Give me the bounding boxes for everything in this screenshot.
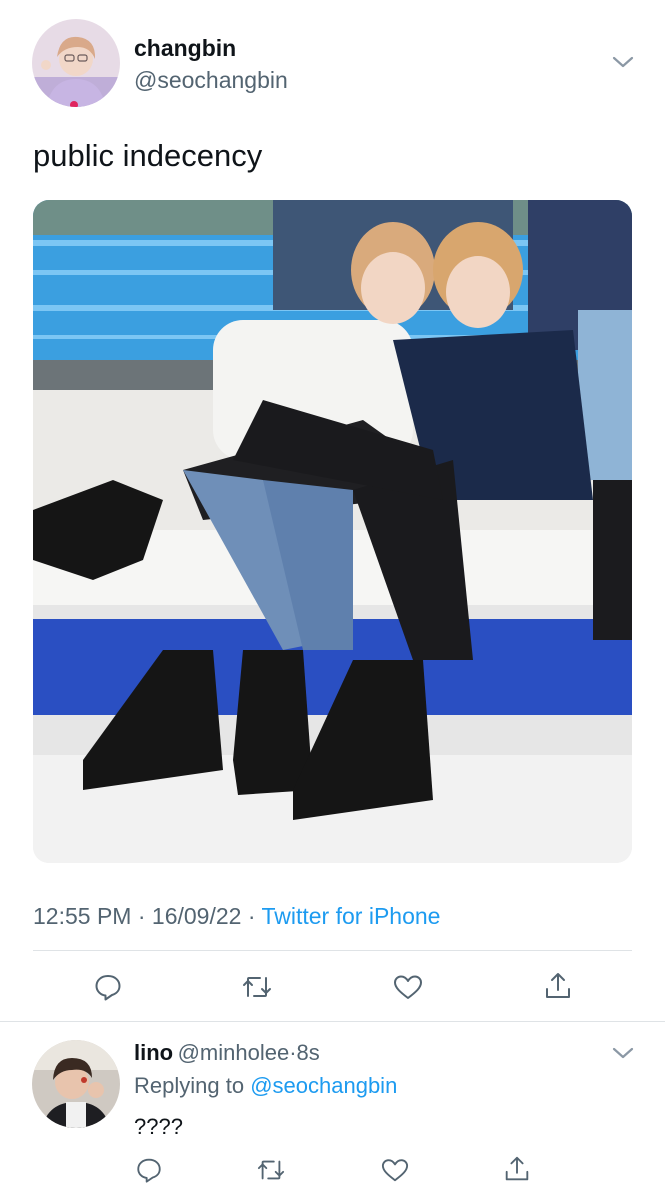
reply-separator: ·	[289, 1040, 297, 1065]
retweet-button[interactable]	[240, 972, 274, 1002]
reply-icon	[95, 975, 121, 1001]
retweet-icon	[243, 977, 271, 997]
reply-share-button[interactable]	[502, 1154, 532, 1184]
reply-author-avatar[interactable]	[32, 1040, 120, 1128]
reply-retweet-button[interactable]	[255, 1156, 287, 1184]
tweet-photo[interactable]	[33, 200, 632, 863]
tweet-meta: 12:55 PM · 16/09/22 · Twitter for iPhone	[33, 903, 440, 930]
share-icon	[546, 973, 570, 998]
share-button[interactable]	[542, 970, 574, 1002]
tweet-source-link[interactable]: Twitter for iPhone	[261, 903, 440, 929]
thread-divider	[0, 1021, 665, 1022]
author-handle[interactable]: @seochangbin	[134, 67, 288, 94]
author-avatar[interactable]	[32, 19, 120, 107]
reply-more-button[interactable]	[609, 1043, 637, 1063]
meta-separator: ·	[137, 903, 146, 929]
replying-to-handle-link[interactable]: @seochangbin	[250, 1073, 397, 1098]
heart-icon	[381, 1159, 409, 1182]
meta-separator: ·	[247, 903, 256, 929]
reply-header: lino @minholee·8s	[134, 1040, 320, 1066]
reply-like-button[interactable]	[380, 1156, 410, 1184]
reply-time-ago[interactable]: 8s	[297, 1040, 320, 1065]
heart-icon	[394, 975, 422, 999]
reply-author-name[interactable]: lino	[134, 1040, 173, 1065]
share-icon	[505, 1156, 529, 1181]
tweet-more-button[interactable]	[609, 52, 637, 72]
tweet-text: public indecency	[33, 138, 263, 173]
replying-to-prefix: Replying to	[134, 1073, 245, 1098]
retweet-icon	[257, 1160, 285, 1180]
author-name[interactable]: changbin	[134, 35, 236, 62]
reply-author-handle[interactable]: @minholee	[178, 1040, 290, 1065]
meta-divider	[33, 950, 632, 951]
chevron-down-icon	[612, 1047, 634, 1059]
reply-reply-button[interactable]	[135, 1156, 163, 1184]
like-button[interactable]	[392, 972, 424, 1002]
tweet-time: 12:55 PM	[33, 903, 132, 929]
reply-button[interactable]	[93, 972, 123, 1002]
tweet-date: 16/09/22	[151, 903, 242, 929]
tweet-photo-image	[33, 200, 632, 863]
chevron-down-icon	[612, 56, 634, 68]
reply-text: ????	[134, 1114, 183, 1139]
reply-icon	[137, 1158, 161, 1183]
replying-to: Replying to @seochangbin	[134, 1073, 397, 1099]
